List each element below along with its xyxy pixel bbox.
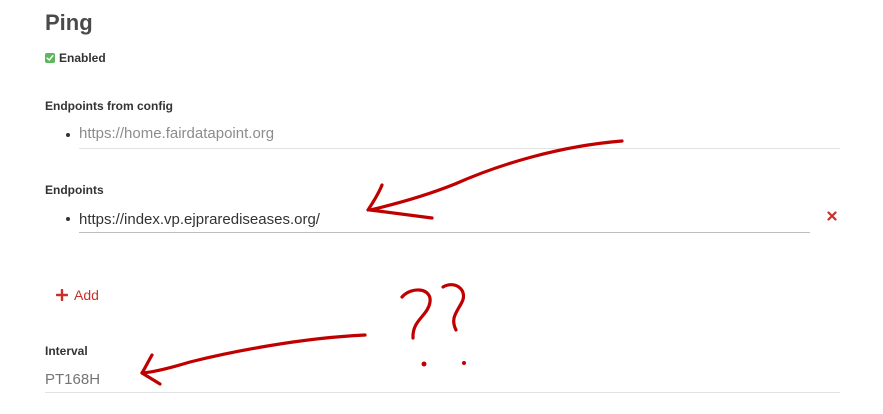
list-bullet — [66, 133, 70, 137]
endpoints-label: Endpoints — [45, 183, 104, 197]
interval-label: Interval — [45, 344, 88, 358]
list-bullet — [66, 217, 70, 221]
add-endpoint-button[interactable]: Add — [56, 286, 99, 304]
config-endpoint-item: https://home.fairdatapoint.org — [79, 122, 840, 149]
section-title: Ping — [45, 10, 93, 35]
question-mark-2 — [441, 283, 465, 332]
remove-endpoint-button[interactable] — [824, 208, 840, 224]
add-label: Add — [74, 287, 99, 303]
plus-icon — [56, 289, 68, 301]
checkbox-checked-icon[interactable] — [45, 53, 55, 63]
interval-input[interactable] — [45, 366, 840, 393]
enabled-label: Enabled — [59, 51, 106, 65]
endpoint-input[interactable] — [79, 206, 810, 233]
enabled-checkbox[interactable]: Enabled — [45, 50, 106, 66]
config-endpoints-label: Endpoints from config — [45, 99, 173, 113]
question-dot-2 — [462, 361, 466, 365]
question-mark-1 — [400, 288, 432, 340]
close-icon[interactable] — [827, 211, 837, 221]
